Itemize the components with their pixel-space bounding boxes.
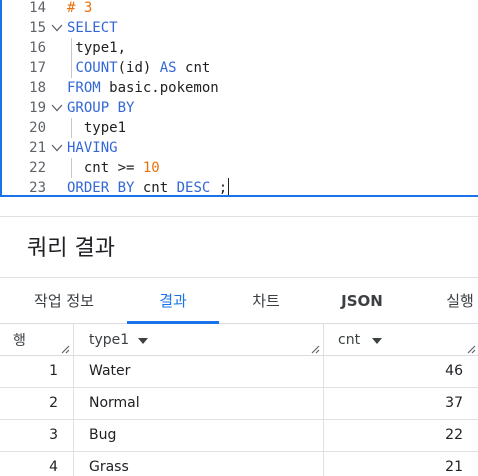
column-header-cnt[interactable]: cnt	[324, 324, 478, 356]
indent-guide	[71, 118, 72, 138]
tab-results[interactable]: 결과	[127, 278, 219, 324]
code-text: ORDER BY cnt DESC ;	[67, 178, 230, 196]
code-line[interactable]: 23 ORDER BY cnt DESC ;	[2, 178, 478, 196]
code-token: cnt	[134, 180, 177, 196]
code-text: cnt >= 10	[67, 158, 160, 178]
line-number: 15	[29, 20, 46, 36]
line-number: 21	[29, 140, 46, 156]
code-token: COUNT	[75, 60, 118, 76]
line-number: 18	[29, 80, 46, 96]
line-number: 16	[29, 40, 46, 56]
results-title: 쿼리 결과	[27, 236, 115, 261]
cell-cnt: 22	[445, 427, 463, 443]
table-row[interactable]: 3 Bug 22	[0, 420, 478, 452]
column-header-type1[interactable]: type1	[74, 324, 324, 356]
line-number: 19	[29, 100, 46, 116]
dropdown-arrow-icon[interactable]	[138, 338, 148, 344]
row-number: 1	[49, 363, 58, 379]
indent-guide	[71, 38, 72, 78]
code-text: # 3	[67, 0, 92, 18]
line-number: 14	[29, 0, 46, 16]
code-token: ORDER BY	[67, 180, 135, 196]
column-resize-icon[interactable]	[466, 344, 476, 354]
column-header-type1-label: type1	[89, 332, 130, 348]
code-token: FROM	[67, 80, 101, 96]
code-line[interactable]: 15 SELECT	[2, 18, 478, 38]
code-text: SELECT	[67, 18, 118, 38]
text-cursor	[228, 178, 230, 195]
column-divider	[73, 324, 74, 476]
cell-cnt: 46	[445, 363, 463, 379]
tab-json[interactable]: JSON	[322, 278, 402, 324]
divider	[0, 216, 478, 217]
line-number: 17	[29, 60, 46, 76]
code-token: HAVING	[67, 140, 118, 156]
fold-chevron-icon[interactable]	[51, 144, 63, 152]
tab-execution[interactable]: 실행	[430, 278, 478, 324]
code-text: COUNT(id) AS cnt	[67, 58, 210, 78]
column-resize-icon[interactable]	[60, 344, 70, 354]
code-line[interactable]: 18 FROM basic.pokemon	[2, 78, 478, 98]
row-number-header-label: 행	[13, 333, 26, 349]
code-token: DESC	[176, 180, 211, 196]
line-number: 22	[29, 160, 46, 176]
code-token: GROUP BY	[67, 100, 135, 116]
cell-type1: Normal	[89, 395, 140, 411]
code-token: type1,	[67, 40, 127, 56]
results-table-header: 행 type1 cnt	[0, 324, 478, 356]
row-number-header: 행	[0, 324, 74, 356]
dropdown-arrow-icon[interactable]	[372, 338, 382, 344]
row-number: 4	[49, 459, 58, 475]
code-line[interactable]: 21 HAVING	[2, 138, 478, 158]
fold-chevron-icon[interactable]	[51, 24, 63, 32]
line-number: 23	[29, 180, 46, 196]
code-token: 10	[142, 160, 160, 176]
code-token: SELECT	[67, 20, 118, 36]
indent-guide	[71, 158, 72, 178]
code-token: (id)	[117, 60, 160, 76]
table-row[interactable]: 2 Normal 37	[0, 388, 478, 420]
cell-type1: Grass	[89, 459, 129, 475]
code-line[interactable]: 17 COUNT(id) AS cnt	[2, 58, 478, 78]
cell-cnt: 21	[445, 459, 463, 475]
fold-chevron-icon[interactable]	[51, 104, 63, 112]
code-token: basic.pokemon	[100, 80, 219, 96]
column-header-cnt-label: cnt	[338, 332, 361, 348]
row-number: 2	[49, 395, 58, 411]
code-line[interactable]: 22 cnt >= 10	[2, 158, 478, 178]
tab-chart[interactable]: 차트	[226, 278, 306, 324]
cell-type1: Water	[89, 363, 131, 379]
tab-job-info[interactable]: 작업 정보	[14, 278, 114, 324]
code-token: cnt >=	[67, 160, 143, 176]
code-line[interactable]: 20 type1	[2, 118, 478, 138]
code-text: HAVING	[67, 138, 118, 158]
cell-cnt: 37	[445, 395, 463, 411]
code-line[interactable]: 16 type1,	[2, 38, 478, 58]
code-text: FROM basic.pokemon	[67, 78, 219, 98]
row-number: 3	[49, 427, 58, 443]
code-text: type1,	[67, 38, 126, 58]
table-row[interactable]: 1 Water 46	[0, 356, 478, 388]
sql-editor[interactable]: 14 # 3 15 SELECT 16 type1, 17 COUNT(id) AS cn…	[0, 0, 478, 197]
cell-type1: Bug	[89, 427, 117, 443]
code-line[interactable]: 19 GROUP BY	[2, 98, 478, 118]
table-row[interactable]: 4 Grass 21	[0, 452, 478, 476]
column-divider	[323, 324, 324, 476]
code-text: type1	[67, 118, 126, 138]
code-token: # 3	[67, 0, 93, 16]
column-resize-icon[interactable]	[310, 344, 320, 354]
line-number: 20	[29, 120, 46, 136]
code-token: type1	[67, 120, 127, 136]
code-text: GROUP BY	[67, 98, 134, 118]
code-token: cnt	[176, 60, 211, 76]
code-line[interactable]: 14 # 3	[2, 0, 478, 18]
code-token: AS	[159, 60, 177, 76]
code-token: ;	[210, 180, 228, 196]
